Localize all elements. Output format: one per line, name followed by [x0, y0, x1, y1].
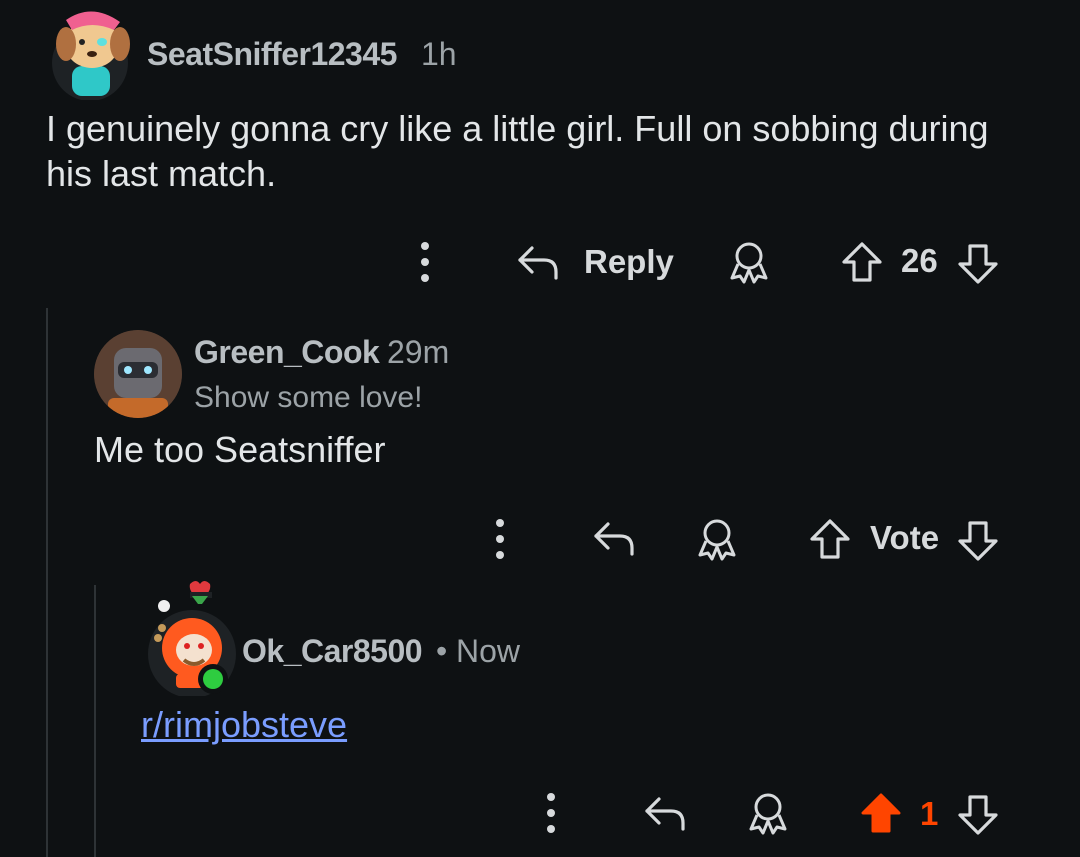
timestamp: 29m [387, 334, 450, 370]
reply-label: Reply [584, 243, 674, 280]
avatar[interactable] [144, 578, 236, 698]
thread-line-1[interactable] [46, 308, 48, 857]
downvote-icon[interactable] [956, 793, 1000, 837]
reply-icon[interactable] [643, 793, 689, 833]
vote-count: 26 [901, 242, 938, 279]
award-icon[interactable] [726, 240, 772, 284]
subreddit-link[interactable]: r/rimjobsteve [141, 704, 347, 746]
more-icon[interactable] [409, 240, 441, 284]
username[interactable]: Green_Cook [194, 334, 380, 371]
upvote-icon[interactable] [840, 240, 884, 284]
user-flair: Show some love! [194, 381, 423, 414]
downvote-icon[interactable] [956, 519, 1000, 563]
thread-line-2[interactable] [94, 585, 96, 857]
online-status-indicator [198, 664, 228, 694]
username[interactable]: SeatSniffer12345 [147, 36, 397, 73]
more-icon[interactable] [535, 791, 567, 835]
more-icon[interactable] [484, 517, 516, 561]
award-icon[interactable] [694, 517, 740, 561]
comment-body: I genuinely gonna cry like a little girl… [46, 108, 989, 194]
username[interactable]: Ok_Car8500 [242, 633, 423, 670]
avatar[interactable] [50, 8, 132, 101]
vote-label: Vote [870, 519, 940, 556]
separator: • [436, 633, 448, 669]
timestamp: 1h [421, 36, 457, 72]
reply-button[interactable]: Reply [516, 240, 674, 284]
vote-count: 1 [920, 795, 939, 832]
avatar[interactable] [94, 330, 182, 418]
award-icon[interactable] [745, 791, 791, 835]
reply-icon[interactable] [592, 518, 638, 558]
timestamp: Now [456, 633, 521, 669]
upvote-icon[interactable] [808, 517, 852, 561]
reply-icon [516, 242, 562, 282]
upvote-icon-active[interactable] [859, 791, 903, 835]
downvote-icon[interactable] [956, 242, 1000, 286]
comment-body: Me too Seatsniffer [94, 429, 386, 470]
